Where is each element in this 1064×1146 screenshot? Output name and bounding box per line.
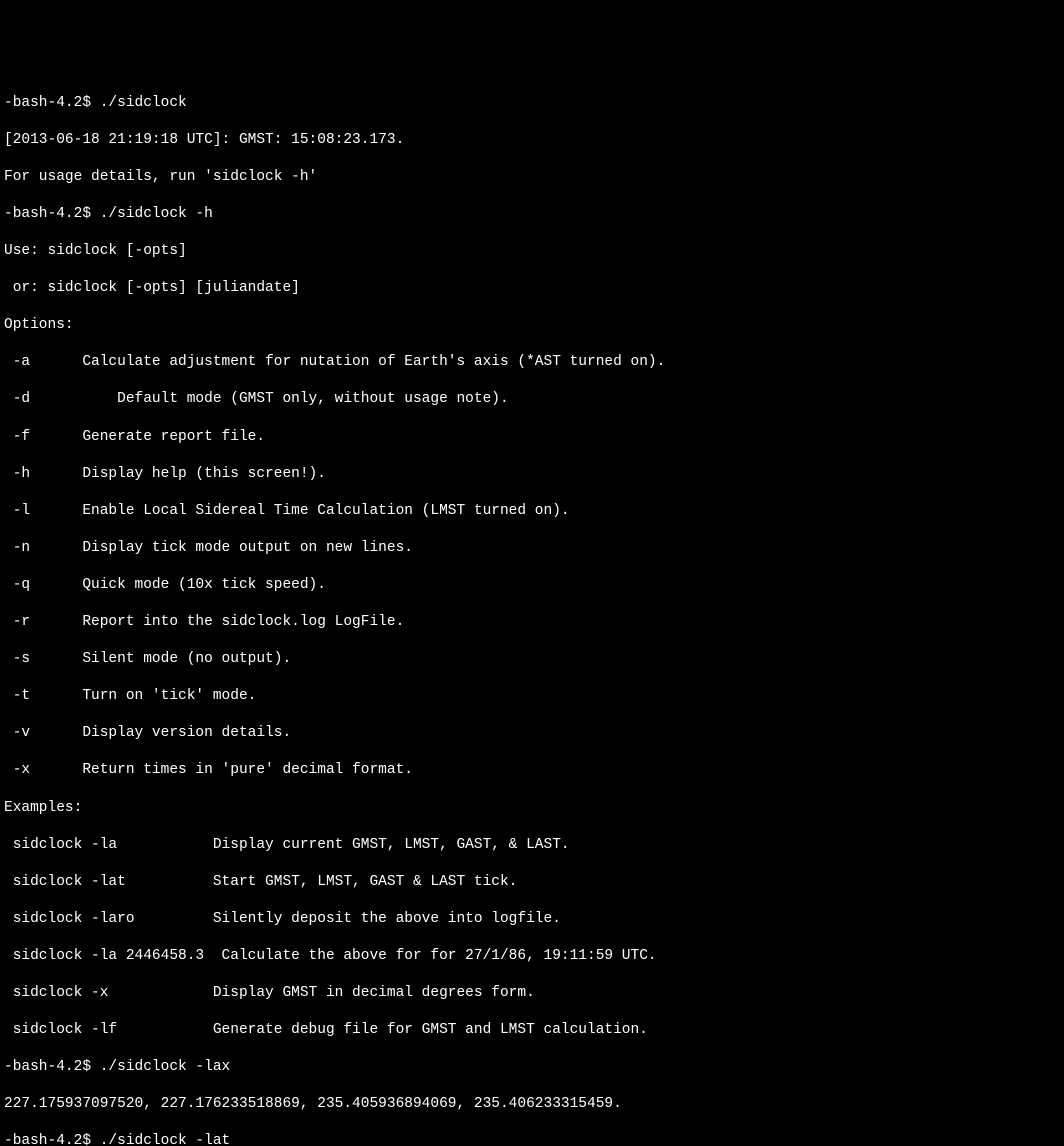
terminal-line: sidclock -x Display GMST in decimal degr… bbox=[4, 984, 1060, 1003]
terminal-line: -s Silent mode (no output). bbox=[4, 650, 1060, 669]
terminal-line: -bash-4.2$ ./sidclock -h bbox=[4, 205, 1060, 224]
terminal-line: -bash-4.2$ ./sidclock -lat bbox=[4, 1132, 1060, 1146]
terminal-line: -x Return times in 'pure' decimal format… bbox=[4, 761, 1060, 780]
terminal-output[interactable]: -bash-4.2$ ./sidclock [2013-06-18 21:19:… bbox=[4, 75, 1060, 1146]
terminal-line: For usage details, run 'sidclock -h' bbox=[4, 168, 1060, 187]
terminal-line: [2013-06-18 21:19:18 UTC]: GMST: 15:08:2… bbox=[4, 131, 1060, 150]
terminal-line: -bash-4.2$ ./sidclock -lax bbox=[4, 1058, 1060, 1077]
terminal-line: -v Display version details. bbox=[4, 724, 1060, 743]
terminal-line: Use: sidclock [-opts] bbox=[4, 242, 1060, 261]
terminal-line: Examples: bbox=[4, 799, 1060, 818]
terminal-line: -t Turn on 'tick' mode. bbox=[4, 687, 1060, 706]
terminal-line: -d Default mode (GMST only, without usag… bbox=[4, 390, 1060, 409]
terminal-line: -l Enable Local Sidereal Time Calculatio… bbox=[4, 502, 1060, 521]
terminal-line: -q Quick mode (10x tick speed). bbox=[4, 576, 1060, 595]
terminal-line: sidclock -laro Silently deposit the abov… bbox=[4, 910, 1060, 929]
terminal-line: sidclock -lat Start GMST, LMST, GAST & L… bbox=[4, 873, 1060, 892]
terminal-line: sidclock -lf Generate debug file for GMS… bbox=[4, 1021, 1060, 1040]
terminal-line: -r Report into the sidclock.log LogFile. bbox=[4, 613, 1060, 632]
terminal-line: sidclock -la 2446458.3 Calculate the abo… bbox=[4, 947, 1060, 966]
terminal-line: sidclock -la Display current GMST, LMST,… bbox=[4, 836, 1060, 855]
terminal-line: or: sidclock [-opts] [juliandate] bbox=[4, 279, 1060, 298]
terminal-line: -f Generate report file. bbox=[4, 428, 1060, 447]
terminal-line: -a Calculate adjustment for nutation of … bbox=[4, 353, 1060, 372]
terminal-line: -n Display tick mode output on new lines… bbox=[4, 539, 1060, 558]
terminal-line: -h Display help (this screen!). bbox=[4, 465, 1060, 484]
terminal-line: -bash-4.2$ ./sidclock bbox=[4, 94, 1060, 113]
terminal-line: 227.175937097520, 227.176233518869, 235.… bbox=[4, 1095, 1060, 1114]
terminal-line: Options: bbox=[4, 316, 1060, 335]
